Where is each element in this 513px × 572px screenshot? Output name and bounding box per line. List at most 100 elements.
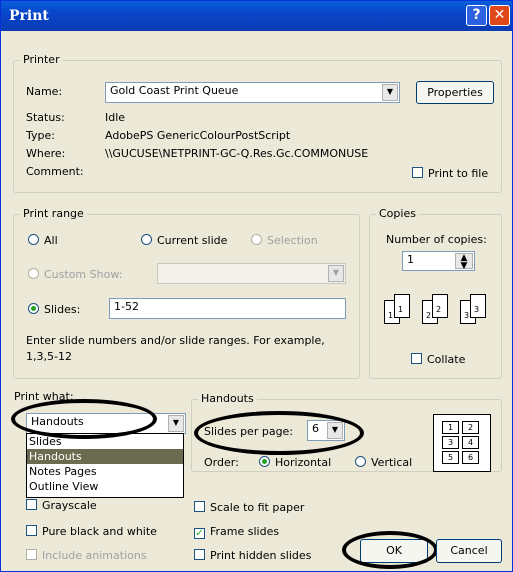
chevron-down-icon[interactable]: ▼ bbox=[382, 84, 398, 101]
annotation-ellipse bbox=[194, 411, 364, 455]
radio-icon bbox=[141, 234, 152, 245]
properties-button[interactable]: Properties bbox=[416, 81, 494, 104]
print-dialog: Print ? ✕ Printer Name: Gold Coast Print… bbox=[0, 0, 513, 572]
pure-black-white-checkbox[interactable]: Pure black and white bbox=[26, 525, 157, 538]
radio-icon bbox=[355, 456, 366, 467]
page-number: 3 bbox=[464, 311, 470, 320]
title-bar[interactable]: Print ? ✕ bbox=[1, 1, 512, 31]
frame-slides-label: Frame slides bbox=[210, 525, 280, 538]
slides-radio[interactable]: Slides: bbox=[28, 303, 80, 316]
page-icon: 2 bbox=[432, 294, 448, 318]
current-slide-radio[interactable]: Current slide bbox=[141, 234, 227, 247]
slides-input[interactable]: 1-52 bbox=[109, 298, 346, 319]
spinner-arrows-icon[interactable]: ▲ ▼ bbox=[455, 253, 473, 270]
page-number: 3 bbox=[474, 305, 480, 314]
where-value: \\GUCUSE\NETPRINT-GC-Q.Res.Gc.COMMONUSE bbox=[105, 147, 369, 160]
name-label: Name: bbox=[26, 85, 63, 98]
include-animations-checkbox[interactable]: Include animations bbox=[26, 549, 147, 562]
print-to-file-label: Print to file bbox=[428, 167, 489, 180]
radio-icon bbox=[251, 234, 262, 245]
chevron-down-icon[interactable]: ▼ bbox=[168, 415, 184, 432]
slide-thumb: 6 bbox=[462, 451, 479, 464]
close-button[interactable]: ✕ bbox=[489, 5, 510, 26]
page-number: 2 bbox=[436, 305, 442, 314]
pure-black-white-label: Pure black and white bbox=[42, 525, 157, 538]
checkbox-icon bbox=[26, 525, 37, 536]
range-hint-example: 1,3,5-12 bbox=[26, 350, 72, 363]
cancel-button[interactable]: Cancel bbox=[436, 539, 502, 563]
checkbox-icon bbox=[412, 167, 423, 178]
slide-thumb: 1 bbox=[442, 421, 459, 434]
page-icon: 3 bbox=[470, 294, 486, 318]
where-label: Where: bbox=[26, 147, 66, 160]
page-number: 2 bbox=[426, 311, 432, 320]
copies-spinner[interactable]: 1 ▲ ▼ bbox=[402, 251, 475, 271]
handout-layout-preview: 1 2 3 4 5 6 bbox=[433, 414, 491, 472]
grayscale-label: Grayscale bbox=[42, 499, 97, 512]
selection-radio[interactable]: Selection bbox=[251, 234, 318, 247]
list-item-selected[interactable]: Handouts bbox=[27, 449, 183, 464]
comment-label: Comment: bbox=[26, 165, 84, 178]
slide-thumb: 2 bbox=[462, 421, 479, 434]
radio-icon bbox=[28, 303, 39, 314]
copies-legend: Copies bbox=[376, 207, 419, 220]
grayscale-checkbox[interactable]: Grayscale bbox=[26, 499, 97, 512]
page-number: 1 bbox=[388, 311, 394, 320]
list-item[interactable]: Outline View bbox=[27, 479, 183, 494]
radio-icon bbox=[259, 456, 270, 467]
chevron-down-icon[interactable]: ▼ bbox=[328, 265, 344, 282]
window-title: Print bbox=[9, 8, 49, 24]
order-label: Order: bbox=[204, 456, 239, 469]
slide-thumb: 3 bbox=[442, 436, 459, 449]
checkbox-icon bbox=[26, 499, 37, 510]
handouts-legend: Handouts bbox=[198, 392, 257, 405]
print-hidden-checkbox[interactable]: Print hidden slides bbox=[194, 549, 311, 562]
slide-thumb: 4 bbox=[462, 436, 479, 449]
help-button[interactable]: ? bbox=[466, 5, 487, 26]
scale-to-fit-checkbox[interactable]: Scale to fit paper bbox=[194, 501, 304, 514]
include-animations-label: Include animations bbox=[42, 549, 147, 562]
printer-name-value: Gold Coast Print Queue bbox=[110, 84, 239, 97]
copies-value: 1 bbox=[407, 253, 414, 266]
selection-label: Selection bbox=[267, 234, 318, 247]
custom-show-label: Custom Show: bbox=[44, 268, 123, 281]
all-radio[interactable]: All bbox=[28, 234, 58, 247]
printer-name-select[interactable]: Gold Coast Print Queue ▼ bbox=[105, 82, 400, 103]
annotation-ellipse bbox=[342, 531, 438, 569]
status-label: Status: bbox=[26, 111, 65, 124]
radio-icon bbox=[28, 268, 39, 279]
annotation-ellipse bbox=[11, 399, 157, 439]
all-label: All bbox=[44, 234, 58, 247]
checkbox-icon bbox=[194, 501, 205, 512]
custom-show-select[interactable]: ▼ bbox=[157, 263, 346, 284]
printer-legend: Printer bbox=[20, 53, 63, 66]
type-label: Type: bbox=[26, 129, 55, 142]
slides-label: Slides: bbox=[44, 303, 81, 316]
radio-icon bbox=[28, 234, 39, 245]
checkbox-icon bbox=[411, 353, 422, 364]
scale-to-fit-label: Scale to fit paper bbox=[210, 501, 305, 514]
slide-thumb: 5 bbox=[442, 451, 459, 464]
page-icon: 1 bbox=[394, 294, 410, 318]
current-slide-label: Current slide bbox=[157, 234, 228, 247]
collate-label: Collate bbox=[427, 353, 466, 366]
print-to-file-checkbox[interactable]: Print to file bbox=[412, 167, 488, 180]
print-hidden-label: Print hidden slides bbox=[210, 549, 312, 562]
horizontal-label: Horizontal bbox=[275, 456, 332, 469]
checkbox-icon bbox=[26, 549, 37, 560]
type-value: AdobePS GenericColourPostScript bbox=[105, 129, 291, 142]
collate-checkbox[interactable]: Collate bbox=[411, 353, 465, 366]
print-what-dropdown-list: Slides Handouts Notes Pages Outline View bbox=[26, 433, 184, 498]
collate-illustration: 1 1 2 2 3 3 bbox=[384, 294, 494, 334]
page-number: 1 bbox=[398, 305, 404, 314]
horizontal-radio[interactable]: Horizontal bbox=[259, 456, 331, 469]
number-of-copies-label: Number of copies: bbox=[386, 233, 487, 246]
checkbox-icon bbox=[194, 549, 205, 560]
list-item[interactable]: Notes Pages bbox=[27, 464, 183, 479]
checkmark-icon: ✓ bbox=[194, 528, 205, 539]
frame-slides-checkbox[interactable]: ✓ Frame slides bbox=[194, 525, 279, 539]
vertical-label: Vertical bbox=[371, 456, 413, 469]
custom-show-radio[interactable]: Custom Show: bbox=[28, 268, 122, 281]
vertical-radio[interactable]: Vertical bbox=[355, 456, 412, 469]
print-range-legend: Print range bbox=[20, 207, 87, 220]
